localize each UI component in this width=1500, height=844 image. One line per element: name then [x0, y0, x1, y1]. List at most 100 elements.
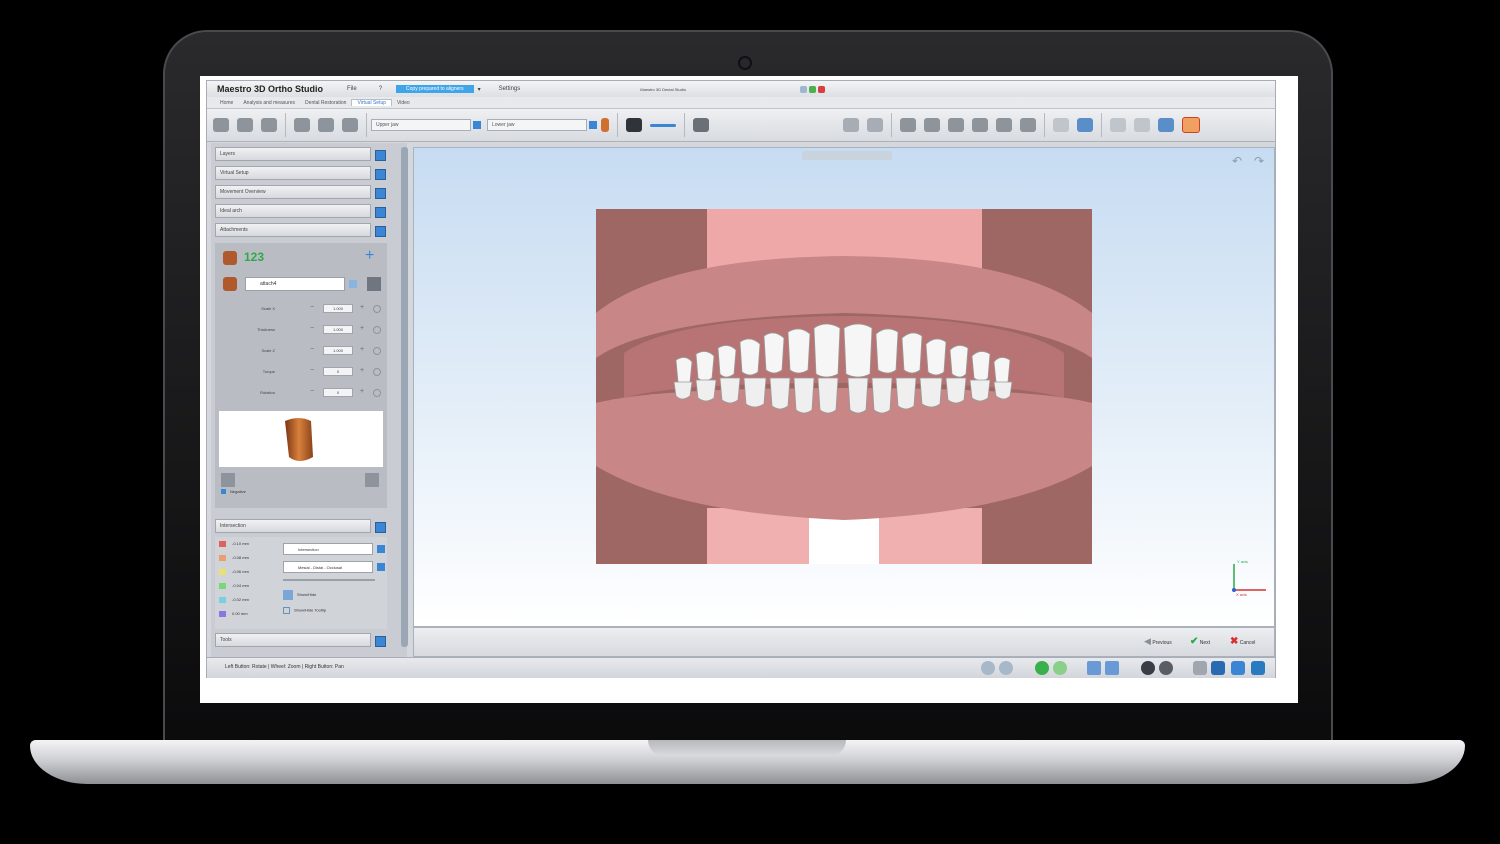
bracket-icon[interactable]	[318, 118, 334, 132]
panel-scrollbar[interactable]	[401, 147, 408, 647]
layout-icon[interactable]	[693, 118, 709, 132]
tooth-lower-icon[interactable]	[237, 118, 253, 132]
lower-jaw-select[interactable]: Lower jaw	[487, 119, 587, 131]
mode-select[interactable]: Mesial - Distal - Occlusal	[283, 561, 373, 573]
cancel-button[interactable]: ✖ Cancel	[1230, 636, 1255, 647]
expand-icon[interactable]	[375, 522, 386, 533]
lock-icon[interactable]	[373, 326, 381, 334]
box-icon[interactable]	[1105, 661, 1119, 675]
cube-wire-icon[interactable]	[1251, 661, 1265, 675]
expand-icon[interactable]	[375, 150, 386, 161]
negative-checkbox[interactable]: Negative	[221, 489, 246, 495]
view-right-icon[interactable]	[972, 118, 988, 132]
color-icon[interactable]	[601, 118, 609, 132]
minus-icon[interactable]: −	[310, 388, 314, 395]
menu-help[interactable]: ?	[379, 86, 382, 92]
sphere-dark-icon[interactable]	[1141, 661, 1155, 675]
reset-view-icon[interactable]	[1053, 661, 1067, 675]
chevron-down-icon[interactable]: ▾	[478, 86, 481, 93]
maximize-icon[interactable]	[809, 85, 816, 93]
rotation-input[interactable]: 0	[323, 388, 353, 397]
power-icon[interactable]	[1182, 117, 1200, 133]
sphere-icon[interactable]	[1159, 661, 1173, 675]
tab-virtual-setup[interactable]: Virtual Setup	[351, 99, 393, 106]
magnet-icon[interactable]	[1110, 118, 1126, 132]
plus-icon[interactable]: +	[360, 325, 364, 332]
add-icon[interactable]: +	[365, 248, 381, 265]
tab-video[interactable]: Video	[392, 100, 415, 106]
scale-z-input[interactable]: 1.000	[323, 346, 353, 355]
scale-x-input[interactable]: 1.000	[323, 304, 353, 313]
torque-input[interactable]: 0	[323, 367, 353, 376]
attachment-name-field[interactable]: attach4	[245, 277, 345, 291]
3d-viewport[interactable]: ↶ ↷ Y axis X axis	[413, 147, 1275, 627]
section-icon[interactable]	[1077, 118, 1093, 132]
threshold-slider[interactable]	[283, 579, 375, 581]
cube-blue-icon[interactable]	[1211, 661, 1225, 675]
section-ideal-arch[interactable]: Ideal arch	[215, 204, 371, 218]
show-hide-tooltip-checkbox[interactable]: Show/Hide Tooltip	[283, 607, 326, 614]
zoom-in-icon[interactable]	[981, 661, 995, 675]
cube-solid-icon[interactable]	[1231, 661, 1245, 675]
chevron-down-icon[interactable]	[589, 121, 597, 129]
minus-icon[interactable]: −	[310, 304, 314, 311]
chevron-down-icon[interactable]	[473, 121, 481, 129]
measure-icon[interactable]	[1053, 118, 1069, 132]
tooth-upper-icon[interactable]	[213, 118, 229, 132]
light-icon[interactable]	[1134, 118, 1150, 132]
minus-icon[interactable]: −	[310, 325, 314, 332]
plus-icon[interactable]: +	[360, 367, 364, 374]
grid-icon[interactable]	[843, 118, 859, 132]
upper-jaw-select[interactable]: Upper jaw	[371, 119, 471, 131]
gum-icon[interactable]	[342, 118, 358, 132]
expand-icon[interactable]	[375, 226, 386, 237]
grid-options-icon[interactable]	[867, 118, 883, 132]
expand-icon[interactable]	[375, 169, 386, 180]
checkbox-icon[interactable]	[221, 489, 226, 495]
plus-icon[interactable]: +	[360, 346, 364, 353]
rotate-icon[interactable]	[1035, 661, 1049, 675]
previous-button[interactable]: ◀ Previous	[1144, 636, 1172, 647]
tab-analysis[interactable]: Analysis and measures	[238, 100, 300, 106]
section-attachments[interactable]: Attachments	[215, 223, 371, 237]
zoom-out-icon[interactable]	[999, 661, 1013, 675]
chevron-down-icon[interactable]	[377, 563, 385, 571]
view-front-icon[interactable]	[900, 118, 916, 132]
close-icon[interactable]	[818, 85, 825, 93]
lock-icon[interactable]	[373, 368, 381, 376]
expand-icon[interactable]	[375, 207, 386, 218]
remove-icon[interactable]	[367, 277, 381, 291]
lock-icon[interactable]	[373, 389, 381, 397]
section-virtual-setup[interactable]: Virtual Setup	[215, 166, 371, 180]
next-attachment-icon[interactable]	[365, 473, 379, 487]
cube-grey-icon[interactable]	[1193, 661, 1207, 675]
crown-icon[interactable]	[294, 118, 310, 132]
lock-icon[interactable]	[373, 347, 381, 355]
view-top-icon[interactable]	[996, 118, 1012, 132]
section-movement-overview[interactable]: Movement Overview	[215, 185, 371, 199]
show-hide-button[interactable]: Show/Hide	[283, 590, 316, 600]
minus-icon[interactable]: −	[310, 367, 314, 374]
menu-settings[interactable]: Settings	[499, 86, 521, 92]
tooth-both-icon[interactable]	[261, 118, 277, 132]
plus-icon[interactable]: +	[360, 388, 364, 395]
minus-icon[interactable]: −	[310, 346, 314, 353]
refresh-icon[interactable]	[349, 280, 357, 288]
view-back-icon[interactable]	[924, 118, 940, 132]
next-button[interactable]: ✔ Next	[1190, 636, 1210, 647]
copy-prepared-button[interactable]: Copy prepared to aligners	[396, 85, 474, 93]
view-bottom-icon[interactable]	[1020, 118, 1036, 132]
frame-icon[interactable]	[1087, 661, 1101, 675]
menu-file[interactable]: File	[347, 86, 357, 92]
tab-dental-restoration[interactable]: Dental Restoration	[300, 100, 351, 106]
section-tools[interactable]: Tools	[215, 633, 371, 647]
slider-icon[interactable]	[650, 123, 676, 127]
chevron-down-icon[interactable]	[377, 545, 385, 553]
section-intersection[interactable]: Intersection	[215, 519, 371, 533]
tooth-icon[interactable]	[223, 251, 237, 265]
brush-icon[interactable]	[626, 118, 642, 132]
lock-icon[interactable]	[373, 305, 381, 313]
plus-icon[interactable]: +	[360, 304, 364, 311]
attachment-icon[interactable]	[223, 277, 237, 291]
tab-home[interactable]: Home	[215, 100, 238, 106]
